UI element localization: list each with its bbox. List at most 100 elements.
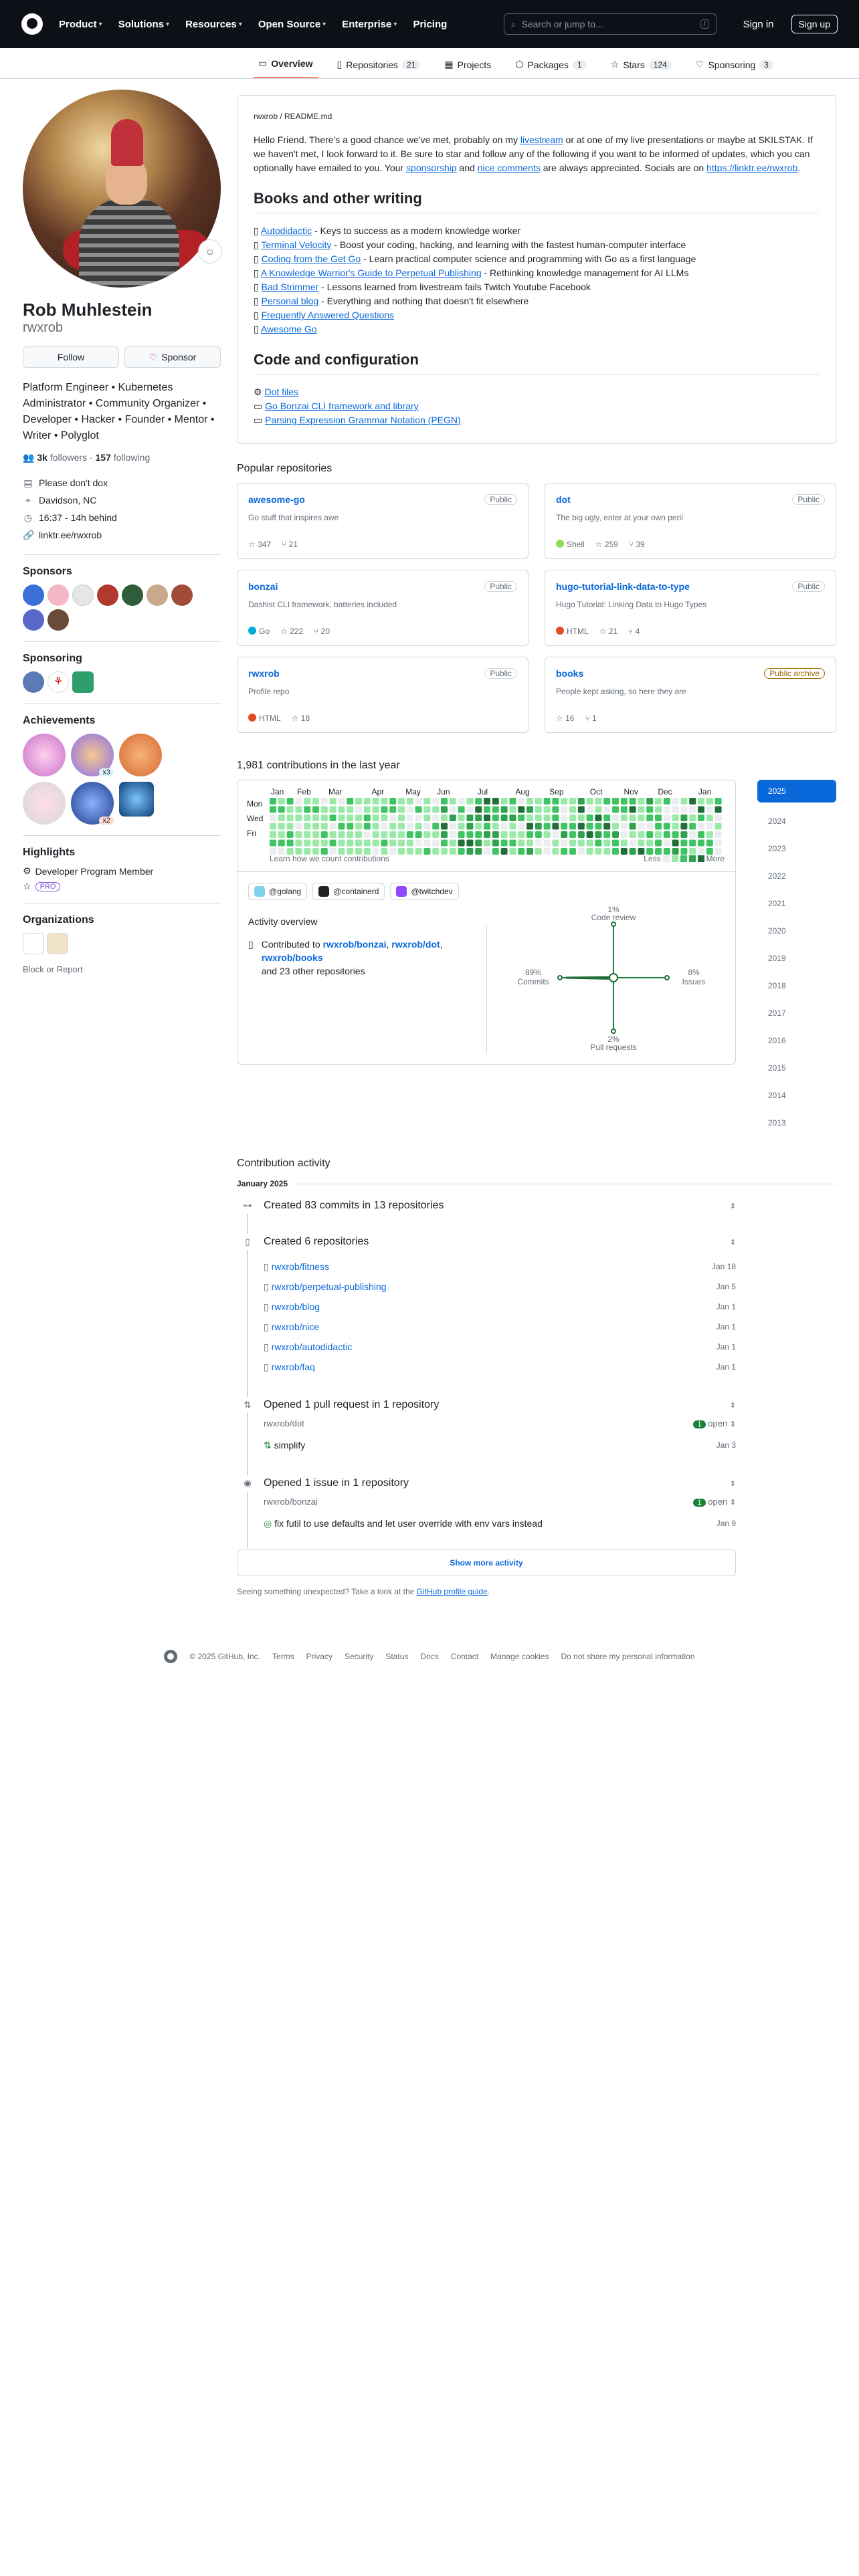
- contribution-day[interactable]: [552, 839, 559, 847]
- stars-link[interactable]: ☆ 222: [280, 627, 303, 636]
- contribution-day[interactable]: [518, 798, 525, 804]
- contribution-day[interactable]: [398, 806, 405, 813]
- achievement-badge[interactable]: [119, 734, 162, 776]
- contribution-day[interactable]: [672, 823, 679, 830]
- nav-open-source[interactable]: Open Source ▾: [258, 19, 326, 30]
- contribution-day[interactable]: [620, 798, 628, 804]
- contribution-day[interactable]: [612, 806, 619, 813]
- contribution-day[interactable]: [441, 806, 448, 813]
- contribution-day[interactable]: [500, 815, 508, 821]
- contribution-day[interactable]: [475, 848, 482, 855]
- contribution-day[interactable]: [655, 839, 662, 847]
- contribution-day[interactable]: [381, 806, 388, 813]
- contribution-day[interactable]: [629, 798, 636, 804]
- contribution-day[interactable]: [329, 831, 337, 838]
- contribution-day[interactable]: [714, 839, 722, 847]
- contribution-day[interactable]: [398, 823, 405, 830]
- contribution-day[interactable]: [372, 831, 379, 838]
- contribution-day[interactable]: [680, 839, 688, 847]
- contribution-day[interactable]: [320, 823, 328, 830]
- contribution-day[interactable]: [569, 798, 576, 804]
- contribution-day[interactable]: [620, 823, 628, 830]
- contribution-day[interactable]: [449, 815, 456, 821]
- contribution-day[interactable]: [689, 815, 696, 821]
- contribution-day[interactable]: [415, 839, 422, 847]
- contribution-day[interactable]: [646, 806, 654, 813]
- contribution-day[interactable]: [286, 831, 294, 838]
- contribution-day[interactable]: [706, 798, 713, 804]
- contribution-day[interactable]: [714, 823, 722, 830]
- contribution-day[interactable]: [612, 831, 619, 838]
- org-avatar[interactable]: [23, 933, 44, 954]
- contribution-day[interactable]: [406, 848, 413, 855]
- readme-path[interactable]: rwxrob / README.md: [254, 112, 820, 121]
- contribution-day[interactable]: [698, 798, 704, 804]
- forks-link[interactable]: ⑂ 39: [629, 540, 645, 549]
- contribution-day[interactable]: [338, 839, 345, 847]
- year-link[interactable]: 2025: [757, 780, 836, 802]
- contribution-day[interactable]: [398, 848, 405, 855]
- contribution-day[interactable]: [329, 839, 337, 847]
- footer-link[interactable]: Privacy: [306, 1652, 332, 1661]
- contribution-day[interactable]: [586, 831, 593, 838]
- show-more-button[interactable]: Show more activity: [237, 1549, 736, 1576]
- contribution-day[interactable]: [381, 798, 388, 804]
- fold-icon[interactable]: ⇕: [730, 1238, 736, 1247]
- org-filter-chip[interactable]: @containerd: [312, 883, 385, 900]
- footer-link[interactable]: Status: [385, 1652, 408, 1661]
- contribution-day[interactable]: [655, 806, 662, 813]
- contribution-day[interactable]: [398, 839, 405, 847]
- contribution-day[interactable]: [304, 823, 311, 830]
- contribution-day[interactable]: [441, 823, 448, 830]
- contribution-day[interactable]: [347, 806, 354, 813]
- contribution-day[interactable]: [484, 823, 490, 830]
- contribution-day[interactable]: [655, 815, 662, 821]
- year-link[interactable]: 2019: [757, 944, 836, 972]
- contribution-day[interactable]: [363, 806, 371, 813]
- avatar[interactable]: [23, 90, 221, 288]
- contribution-day[interactable]: [620, 806, 628, 813]
- avatar[interactable]: [97, 584, 118, 606]
- contribution-day[interactable]: [595, 839, 602, 847]
- contribution-day[interactable]: [638, 815, 645, 821]
- contribution-day[interactable]: [586, 798, 593, 804]
- contribution-day[interactable]: [535, 831, 542, 838]
- contribution-day[interactable]: [629, 815, 636, 821]
- contribution-day[interactable]: [492, 823, 499, 830]
- contribution-day[interactable]: [338, 806, 345, 813]
- contribution-day[interactable]: [312, 806, 319, 813]
- contribution-day[interactable]: [706, 839, 713, 847]
- contribution-day[interactable]: [432, 848, 440, 855]
- contribution-day[interactable]: [680, 798, 688, 804]
- contribution-day[interactable]: [475, 831, 482, 838]
- stars-link[interactable]: ☆ 259: [595, 540, 618, 549]
- contribution-day[interactable]: [449, 798, 456, 804]
- contribution-day[interactable]: [312, 823, 319, 830]
- contribution-day[interactable]: [663, 806, 670, 813]
- contribution-day[interactable]: [304, 798, 311, 804]
- contribution-day[interactable]: [363, 831, 371, 838]
- contribution-day[interactable]: [286, 806, 294, 813]
- contribution-day[interactable]: [698, 823, 704, 830]
- contribution-day[interactable]: [363, 823, 371, 830]
- contribution-day[interactable]: [603, 823, 611, 830]
- contribution-day[interactable]: [629, 839, 636, 847]
- contribution-day[interactable]: [663, 823, 670, 830]
- contribution-day[interactable]: [586, 806, 593, 813]
- contribution-day[interactable]: [398, 831, 405, 838]
- forks-link[interactable]: ⑂ 21: [282, 540, 298, 549]
- contribution-day[interactable]: [295, 798, 302, 804]
- contribution-day[interactable]: [449, 831, 456, 838]
- contribution-day[interactable]: [680, 823, 688, 830]
- contribution-day[interactable]: [561, 798, 568, 804]
- avatar[interactable]: [47, 609, 69, 631]
- contribution-day[interactable]: [406, 823, 413, 830]
- contribution-day[interactable]: [441, 831, 448, 838]
- list-item[interactable]: ◎ fix futil to use defaults and let user…: [264, 1513, 736, 1533]
- stars-link[interactable]: ☆ 21: [599, 627, 617, 636]
- avatar[interactable]: [72, 584, 94, 606]
- repo-link[interactable]: bonzai: [248, 581, 278, 592]
- contribution-day[interactable]: [629, 806, 636, 813]
- tab-overview[interactable]: ▭ Overview: [253, 51, 318, 78]
- contribution-day[interactable]: [329, 798, 337, 804]
